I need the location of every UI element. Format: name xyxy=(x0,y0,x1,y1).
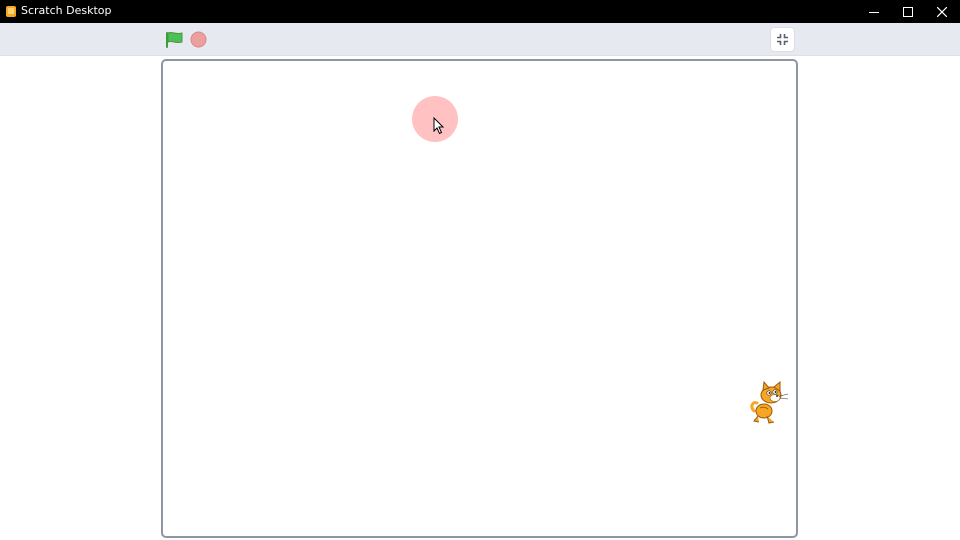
mouse-pointer-icon xyxy=(433,117,445,135)
stop-icon[interactable] xyxy=(190,31,207,48)
stage-toolbar xyxy=(0,23,960,56)
stage[interactable] xyxy=(161,59,798,538)
window-title: Scratch Desktop xyxy=(21,4,112,17)
cat-sprite[interactable] xyxy=(750,381,790,425)
close-button[interactable] xyxy=(925,0,959,23)
exit-fullscreen-button[interactable] xyxy=(770,27,795,52)
minimize-icon xyxy=(869,11,879,13)
scratch-app-icon xyxy=(6,6,16,17)
minimize-button[interactable] xyxy=(857,0,891,23)
green-flag-icon[interactable] xyxy=(164,30,184,49)
maximize-button[interactable] xyxy=(891,0,925,23)
maximize-icon xyxy=(903,6,913,17)
close-icon xyxy=(937,6,947,17)
title-bar: Scratch Desktop xyxy=(0,0,960,23)
unfullscreen-icon xyxy=(777,34,788,45)
